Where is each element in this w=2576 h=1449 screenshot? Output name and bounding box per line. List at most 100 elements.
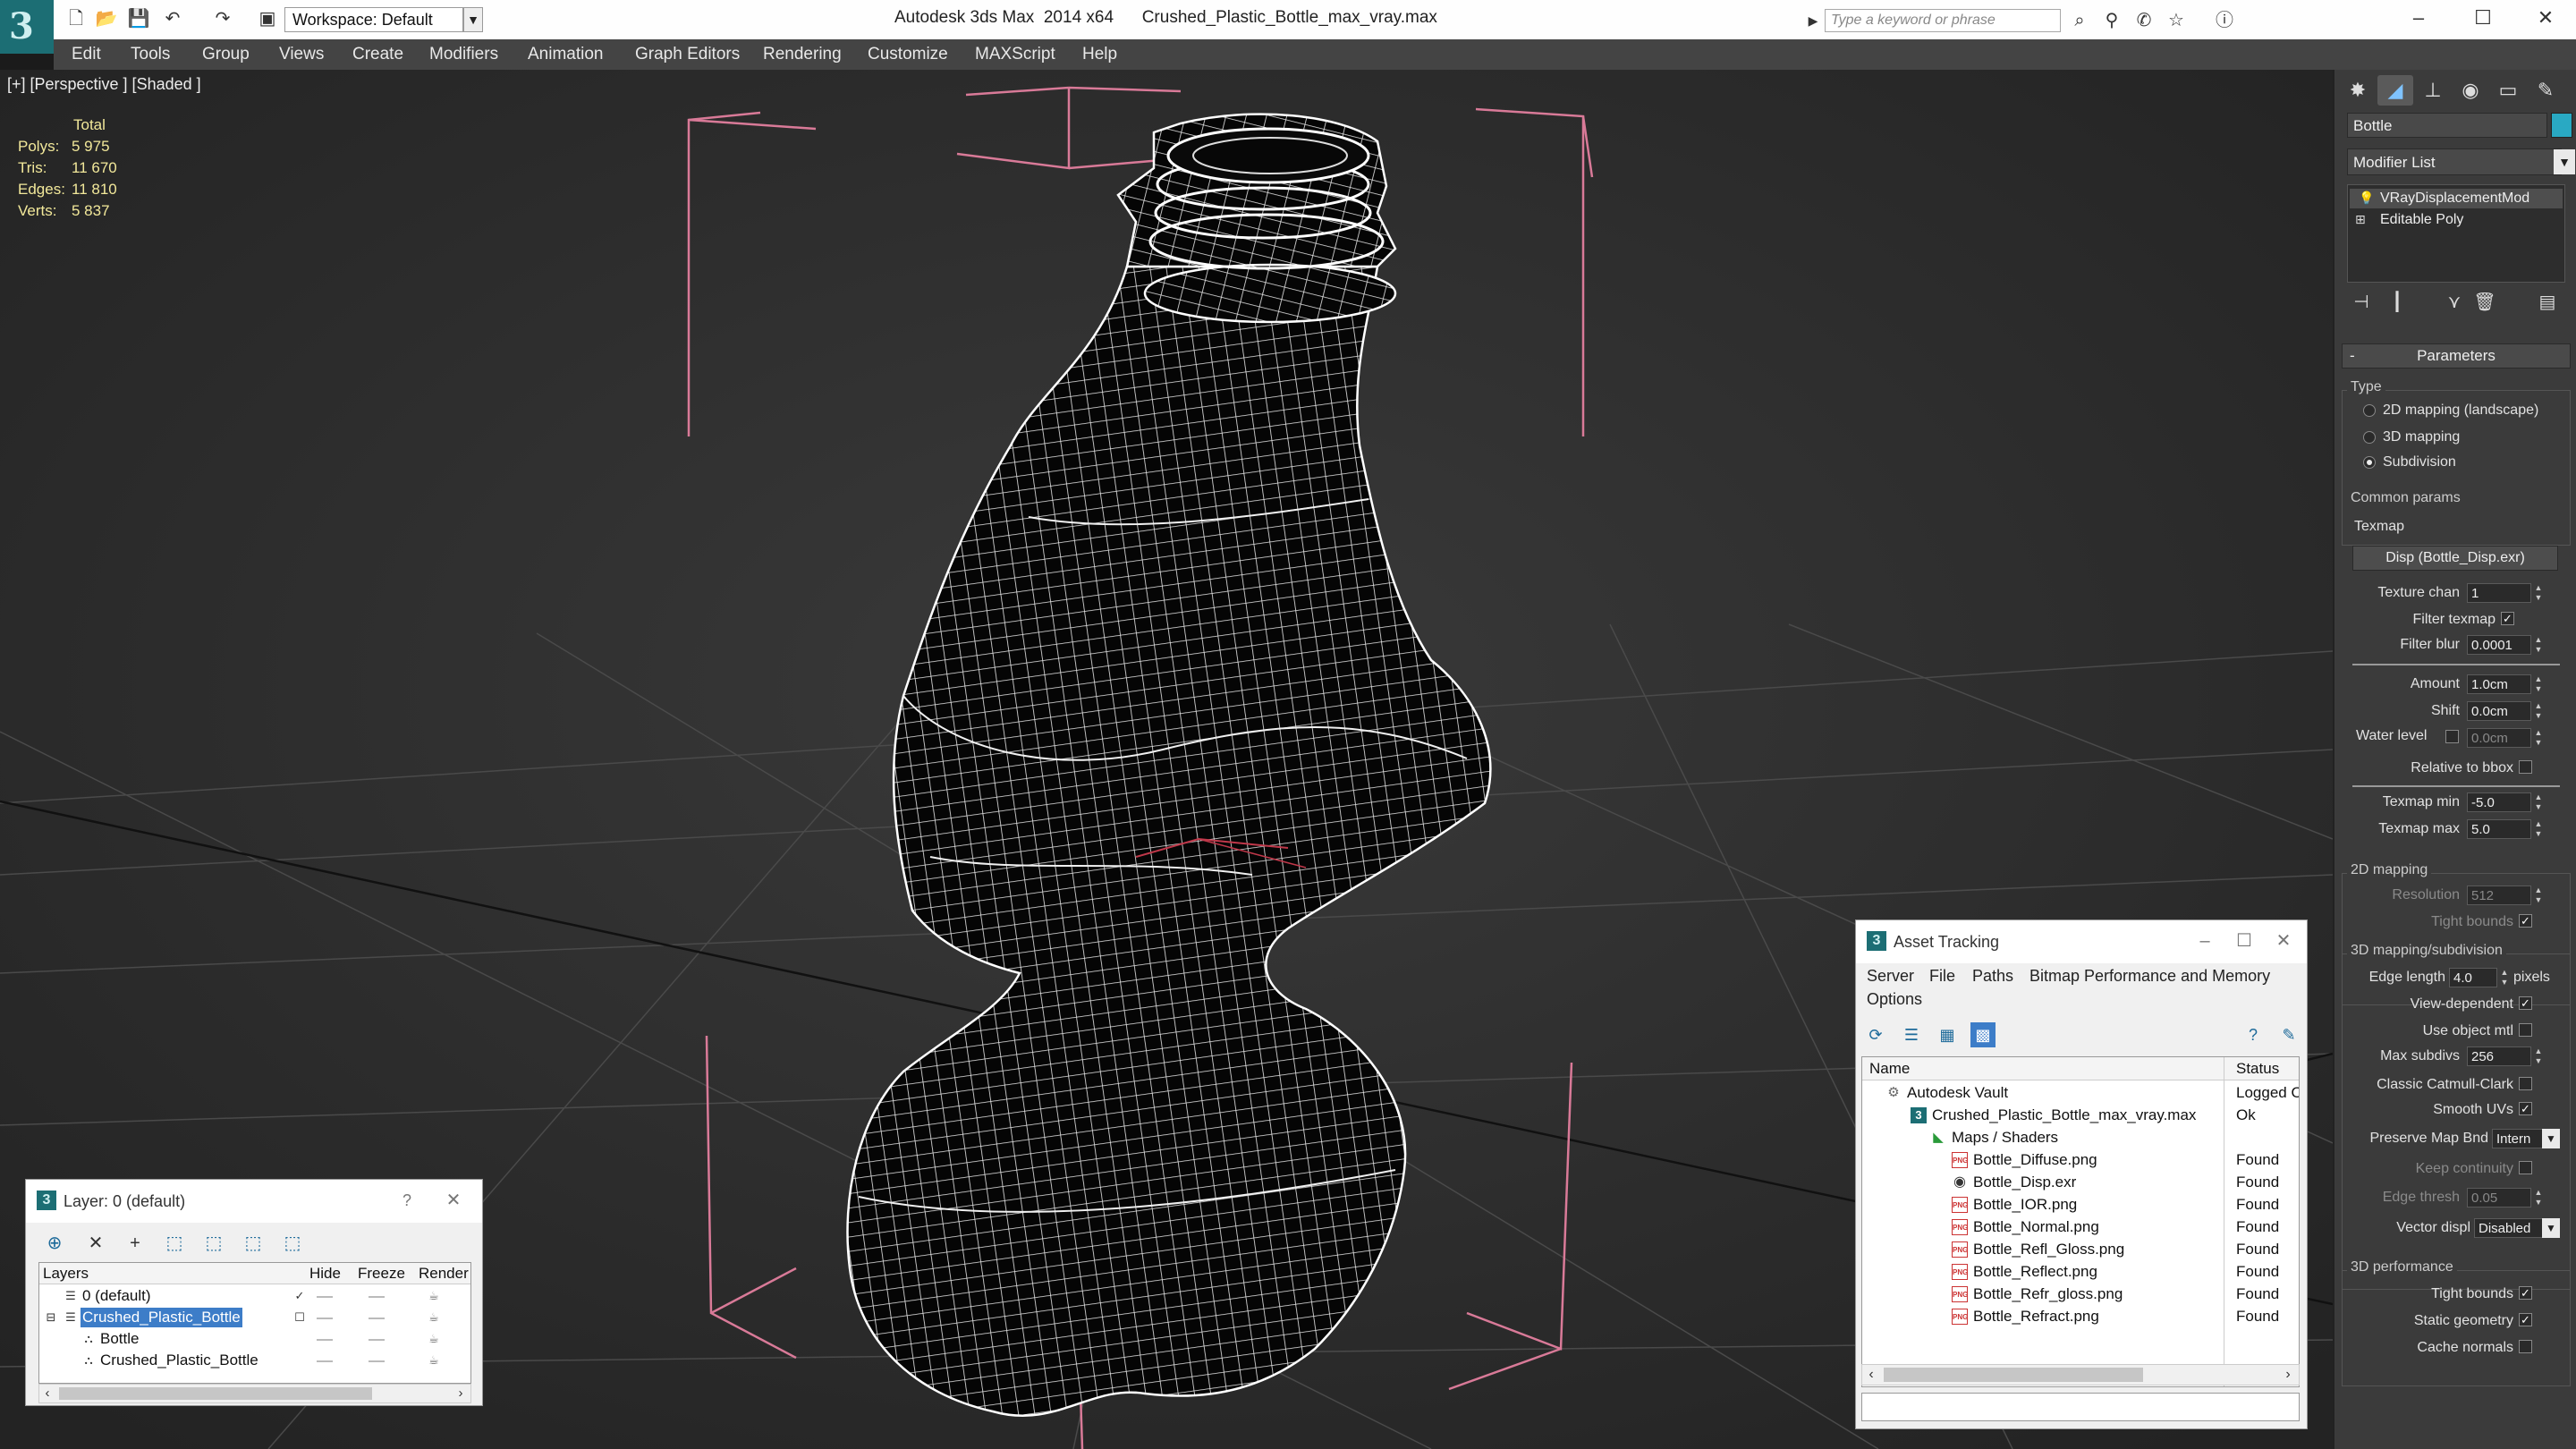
layer-row[interactable]: ⊟ ☰ Crushed_Plastic_Bottle ☐ ☕ bbox=[39, 1308, 470, 1329]
app-logo-icon[interactable]: 3 bbox=[0, 0, 54, 54]
table-row[interactable]: PNG Bottle_Normal.png Found bbox=[1862, 1216, 2299, 1238]
spinner-arrows-icon[interactable]: ▲ ▼ bbox=[2533, 674, 2544, 694]
project-folder-icon[interactable]: ▣ bbox=[256, 7, 279, 30]
relative-bbox-checkbox[interactable] bbox=[2519, 760, 2532, 774]
chevron-down-icon[interactable]: ▼ bbox=[2542, 1129, 2560, 1148]
help-icon[interactable]: ? bbox=[2241, 1022, 2266, 1047]
parameters-rollout[interactable]: - Parameters bbox=[2342, 343, 2571, 369]
object-name-field[interactable]: Bottle bbox=[2347, 113, 2547, 138]
resolution-spinner[interactable]: 512 bbox=[2467, 886, 2531, 905]
scrollbar-thumb[interactable] bbox=[1884, 1368, 2143, 1382]
undo-icon[interactable]: ↶ bbox=[161, 7, 184, 30]
horizontal-scrollbar[interactable]: ‹ › bbox=[38, 1384, 471, 1403]
spinner-arrows-icon[interactable]: ▲ ▼ bbox=[2533, 886, 2544, 905]
water-level-checkbox[interactable] bbox=[2445, 730, 2459, 743]
list-view-icon[interactable]: ☰ bbox=[1899, 1022, 1924, 1047]
spinner-arrows-icon[interactable]: ▲ ▼ bbox=[2499, 968, 2510, 987]
texmap-min-spinner[interactable]: -5.0 bbox=[2467, 792, 2531, 812]
static-geometry-checkbox[interactable]: ✓ bbox=[2519, 1313, 2532, 1326]
water-level-spinner[interactable]: 0.0cm bbox=[2467, 728, 2531, 748]
current-layer-box-icon[interactable]: ☐ bbox=[292, 1309, 308, 1326]
help-button[interactable]: ? bbox=[389, 1187, 425, 1214]
freeze-all-icon[interactable]: ⬚ bbox=[278, 1230, 307, 1257]
stack-item-vray-displacement[interactable]: 💡 VRayDisplacementMod bbox=[2350, 189, 2563, 208]
search-expand-icon[interactable]: ▶ bbox=[1805, 11, 1821, 30]
layer-row[interactable]: ☰ 0 (default) ✓ ☕ bbox=[39, 1286, 470, 1308]
view-dependent-checkbox[interactable]: ✓ bbox=[2519, 996, 2532, 1010]
cache-normals-checkbox[interactable] bbox=[2519, 1340, 2532, 1353]
filter-blur-spinner[interactable]: 0.0001 bbox=[2467, 635, 2531, 655]
pin-stack-icon[interactable]: ⊣ bbox=[2347, 288, 2376, 317]
table-row[interactable]: 3 Crushed_Plastic_Bottle_max_vray.max Ok bbox=[1862, 1104, 2299, 1126]
minimize-button[interactable]: – bbox=[2187, 928, 2223, 954]
col-name-header[interactable]: Name bbox=[1869, 1060, 1910, 1078]
menu-modifiers[interactable]: Modifiers bbox=[429, 45, 498, 64]
menu-group[interactable]: Group bbox=[202, 45, 250, 64]
table-view-icon[interactable]: ▩ bbox=[1970, 1022, 1996, 1047]
viewport-label[interactable]: [+] [Perspective ] [Shaded ] bbox=[7, 75, 201, 94]
amount-spinner[interactable]: 1.0cm bbox=[2467, 674, 2531, 694]
horizontal-scrollbar[interactable]: ‹ › bbox=[1861, 1364, 2300, 1385]
scroll-right-icon[interactable]: › bbox=[453, 1385, 469, 1402]
table-row[interactable]: PNG Bottle_Refl_Gloss.png Found bbox=[1862, 1238, 2299, 1260]
texmap-button[interactable]: Disp (Bottle_Disp.exr) bbox=[2352, 546, 2558, 571]
display-tab-icon[interactable]: ▭ bbox=[2490, 75, 2526, 106]
make-unique-icon[interactable]: ⋎ bbox=[2440, 288, 2469, 317]
layer-row[interactable]: ⛬ Bottle ☕ bbox=[39, 1329, 470, 1351]
hide-toggle[interactable] bbox=[317, 1339, 333, 1341]
workspace-dropdown[interactable]: Workspace: Default bbox=[284, 7, 463, 32]
use-object-mtl-checkbox[interactable] bbox=[2519, 1023, 2532, 1037]
classic-catmull-checkbox[interactable] bbox=[2519, 1077, 2532, 1090]
asset-menu-options[interactable]: Options bbox=[1867, 990, 1922, 1009]
highlight-icon[interactable]: ✎ bbox=[2276, 1022, 2301, 1047]
menu-rendering[interactable]: Rendering bbox=[763, 45, 842, 64]
hide-toggle[interactable] bbox=[317, 1360, 333, 1362]
col-render-header[interactable]: Render bbox=[419, 1265, 469, 1283]
asset-menu-file[interactable]: File bbox=[1929, 967, 1955, 986]
thumbnail-view-icon[interactable]: ▦ bbox=[1935, 1022, 1960, 1047]
chevron-down-icon[interactable]: ▼ bbox=[2542, 1218, 2560, 1238]
edge-thresh-spinner[interactable]: 0.05 bbox=[2467, 1188, 2531, 1208]
save-file-icon[interactable]: 💾 bbox=[127, 7, 150, 30]
menu-animation[interactable]: Animation bbox=[528, 45, 604, 64]
menu-customize[interactable]: Customize bbox=[868, 45, 948, 64]
scroll-left-icon[interactable]: ‹ bbox=[39, 1385, 55, 1402]
current-layer-check-icon[interactable]: ✓ bbox=[292, 1288, 308, 1304]
communication-icon[interactable]: ✆ bbox=[2132, 9, 2156, 32]
menu-tools[interactable]: Tools bbox=[131, 45, 170, 64]
minimize-button[interactable]: – bbox=[2401, 4, 2436, 32]
table-row[interactable]: PNG Bottle_Reflect.png Found bbox=[1862, 1260, 2299, 1283]
table-row[interactable]: PNG Bottle_Refr_gloss.png Found bbox=[1862, 1283, 2299, 1305]
col-layers-header[interactable]: Layers bbox=[43, 1265, 89, 1283]
spinner-arrows-icon[interactable]: ▲ ▼ bbox=[2533, 792, 2544, 812]
new-file-icon[interactable]: 🗋 bbox=[64, 7, 88, 30]
lightbulb-icon[interactable]: 💡 bbox=[2359, 191, 2374, 205]
col-status-header[interactable]: Status bbox=[2236, 1060, 2279, 1078]
modify-tab-icon[interactable]: ◢ bbox=[2377, 75, 2413, 106]
max-subdivs-spinner[interactable]: 256 bbox=[2467, 1046, 2531, 1066]
menu-graph-editors[interactable]: Graph Editors bbox=[635, 45, 740, 64]
search-input[interactable]: Type a keyword or phrase bbox=[1825, 9, 2061, 32]
layer-row[interactable]: ⛬ Crushed_Plastic_Bottle ☕ bbox=[39, 1351, 470, 1372]
shift-spinner[interactable]: 0.0cm bbox=[2467, 701, 2531, 721]
binoculars-icon[interactable]: ⌕ bbox=[2068, 9, 2091, 32]
hide-toggle[interactable] bbox=[317, 1318, 333, 1319]
freeze-toggle[interactable] bbox=[369, 1360, 385, 1362]
remove-modifier-icon[interactable]: 🗑 bbox=[2470, 288, 2499, 317]
radio-subdivision[interactable] bbox=[2363, 456, 2376, 469]
select-objects-icon[interactable]: ⬚ bbox=[160, 1230, 189, 1257]
tight-bounds-2d-checkbox[interactable]: ✓ bbox=[2519, 914, 2532, 928]
spinner-arrows-icon[interactable]: ▲ ▼ bbox=[2533, 728, 2544, 748]
asset-menu-bitmap[interactable]: Bitmap Performance and Memory bbox=[2029, 967, 2270, 986]
asset-menu-paths[interactable]: Paths bbox=[1972, 967, 2013, 986]
favorites-star-icon[interactable]: ☆ bbox=[2165, 9, 2188, 32]
menu-views[interactable]: Views bbox=[279, 45, 324, 64]
open-file-icon[interactable]: 📂 bbox=[95, 7, 118, 30]
col-freeze-header[interactable]: Freeze bbox=[358, 1265, 405, 1283]
smooth-uvs-checkbox[interactable]: ✓ bbox=[2519, 1102, 2532, 1115]
stack-item-editable-poly[interactable]: ⊞ Editable Poly bbox=[2350, 210, 2563, 230]
close-button[interactable]: ✕ bbox=[2266, 928, 2301, 954]
menu-maxscript[interactable]: MAXScript bbox=[975, 45, 1055, 64]
keep-continuity-checkbox[interactable] bbox=[2519, 1161, 2532, 1174]
motion-tab-icon[interactable]: ◉ bbox=[2453, 75, 2488, 106]
